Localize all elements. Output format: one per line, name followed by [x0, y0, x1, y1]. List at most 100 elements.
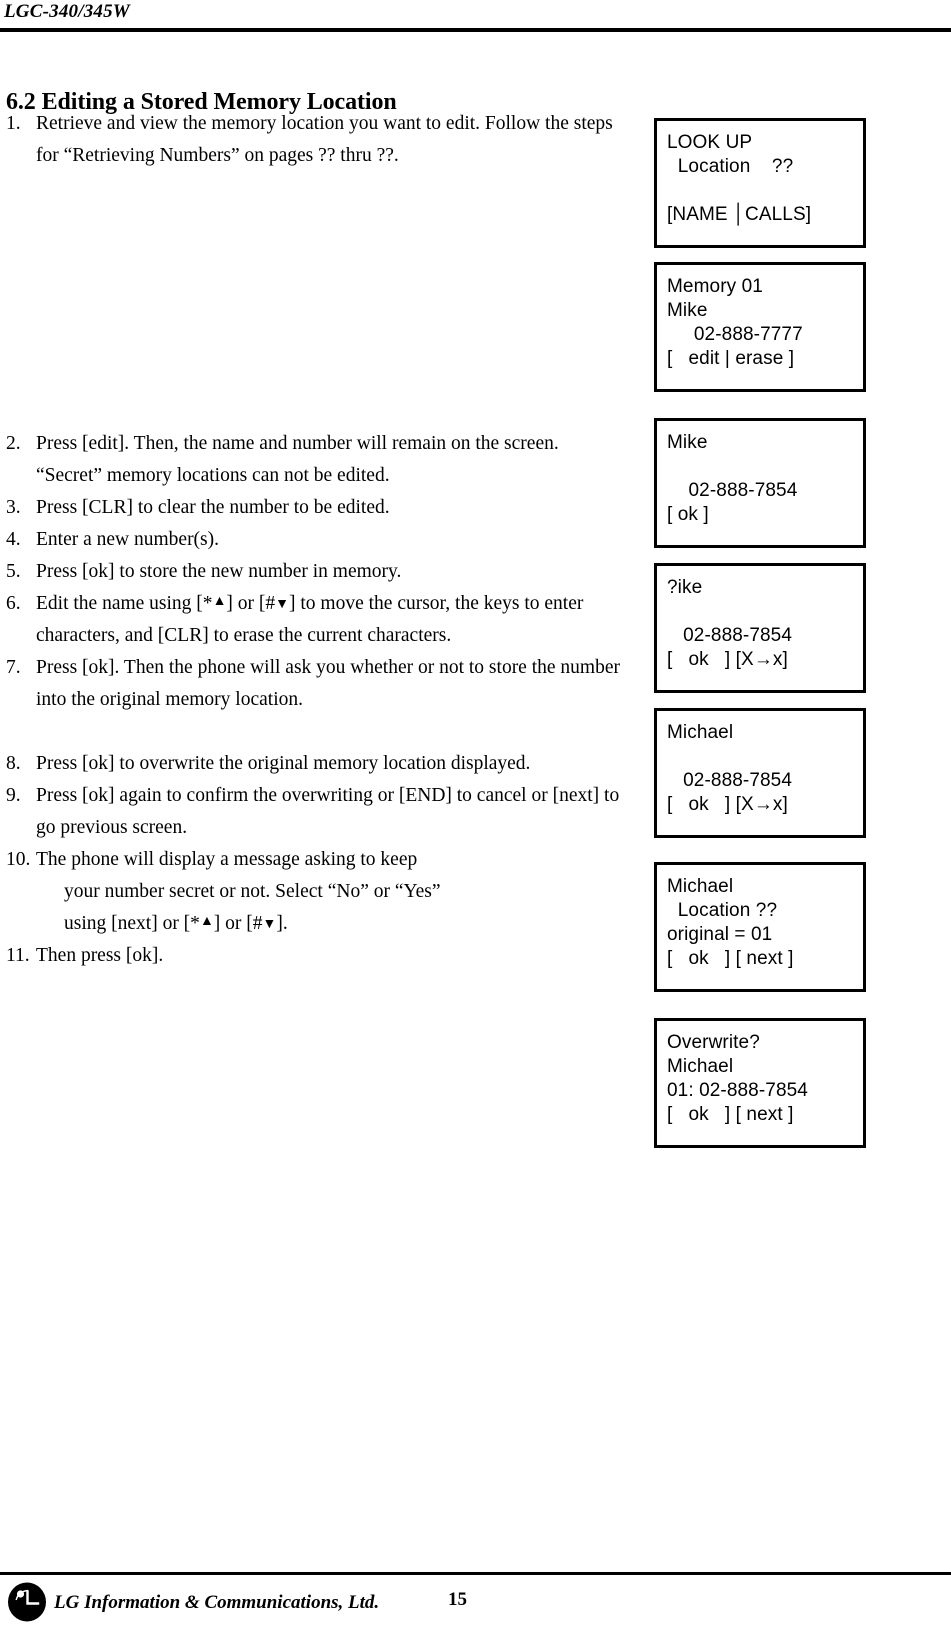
lcd-screen-memory-01: Memory 01 Mike 02-888-7777 [ edit | eras…: [654, 262, 866, 392]
list-item-step-11: 11. Then press [ok].: [6, 940, 642, 972]
page-header: LGC-340/345W: [0, 0, 951, 32]
instruction-list: 1. Retrieve and view the memory location…: [6, 108, 642, 972]
list-item-step-6: 6. Edit the name using [*▲] or [#▼] to m…: [6, 588, 642, 620]
gap-spacer: [6, 716, 642, 748]
step-text: Edit the name using [*▲] or [#▼] to move…: [36, 588, 642, 620]
step-text: Press [ok] again to confirm the overwrit…: [36, 785, 620, 806]
step-10-text-a: using [next] or [*: [64, 913, 200, 934]
list-item-step-2: 2. Press [edit]. Then, the name and numb…: [6, 428, 642, 460]
step-number: 7.: [6, 657, 21, 678]
step-6-text-a: Edit the name using [*: [36, 593, 213, 614]
list-item-step-8: 8. Press [ok] to overwrite the original …: [6, 748, 642, 780]
lcd-line: Overwrite?: [667, 1032, 760, 1053]
list-item-step-4: 4. Enter a new number(s).: [6, 524, 642, 556]
model-name: LGC-340/345W: [4, 1, 130, 22]
step-10-continuation-1: your number secret or not. Select “No” o…: [64, 881, 441, 902]
step-number: 2.: [6, 433, 21, 454]
step-10-text-c: ].: [276, 913, 288, 934]
list-item-step-10: 10. The phone will display a message ask…: [6, 844, 642, 876]
lcd-line: Mike: [667, 432, 708, 453]
step-text: Press [ok] to overwrite the original mem…: [36, 753, 531, 774]
lcd-line: Michael: [667, 1056, 734, 1077]
lcd-line-softkeys: [ ok ] [X→x]: [667, 794, 788, 815]
lcd-line: 01: 02-888-7854: [667, 1080, 808, 1101]
lcd-line: Mike: [667, 300, 708, 321]
step-number: 9.: [6, 785, 21, 806]
lcd-line: Location ??: [667, 900, 778, 921]
step-text: Then press [ok].: [36, 945, 164, 966]
triangle-down-icon: ▼: [262, 917, 277, 932]
gap-spacer: [6, 396, 642, 428]
list-item-step-7: 7. Press [ok]. Then the phone will ask y…: [6, 652, 642, 684]
lcd-line-blank: [667, 455, 863, 479]
gap-spacer: [6, 364, 642, 396]
gap-spacer: [6, 300, 642, 332]
lcd-screen-mike-ok: Mike 02-888-7854 [ ok ]: [654, 418, 866, 548]
step-7-continuation: into the original memory location.: [36, 689, 303, 710]
lcd-line: 02-888-7854: [667, 625, 792, 646]
step-number: 1.: [6, 113, 21, 134]
triangle-up-icon: ▲: [212, 594, 227, 609]
lcd-screen-michael-edited: Michael 02-888-7854 [ ok ] [X→x]: [654, 708, 866, 838]
company-name: LG Information & Communications, Ltd.: [54, 1592, 380, 1613]
lcd-line-softkeys: [ ok ] [ next ]: [667, 948, 794, 969]
lcd-line: 02-888-7854: [667, 480, 798, 501]
step-number: 6.: [6, 593, 21, 614]
gap-spacer: [6, 172, 642, 204]
step-text: Press [CLR] to clear the number to be ed…: [36, 497, 390, 518]
lcd-line: LOOK UP: [667, 132, 753, 153]
step-number: 5.: [6, 561, 21, 582]
step-text: The phone will display a message asking …: [36, 849, 418, 870]
step-6-text-b: ] or [#: [226, 593, 276, 614]
lcd-line: [NAME │CALLS]: [667, 204, 812, 225]
lcd-line: ?ike: [667, 577, 703, 598]
list-item-step-3: 3. Press [CLR] to clear the number to be…: [6, 492, 642, 524]
lcd-line: original = 01: [667, 924, 773, 945]
step-1-continuation: for “Retrieving Numbers” on pages ?? thr…: [36, 145, 399, 166]
gap-spacer: [6, 268, 642, 300]
lcd-screen-michael-location: Michael Location ?? original = 01 [ ok ]…: [654, 862, 866, 992]
triangle-down-icon: ▼: [275, 597, 290, 612]
lcd-line-blank: [667, 600, 863, 624]
page-number: 15: [448, 1589, 467, 1610]
step-number: 8.: [6, 753, 21, 774]
step-number: 10.: [6, 849, 31, 870]
lcd-line-softkeys: [ ok ] [X→x]: [667, 649, 788, 670]
step-number: 11.: [6, 945, 30, 966]
lcd-screen-overwrite-confirm: Overwrite? Michael 01: 02-888-7854 [ ok …: [654, 1018, 866, 1148]
lcd-line-softkeys: [ edit | erase ]: [667, 348, 795, 369]
lcd-line: Location ??: [667, 156, 794, 177]
step-9-continuation: go previous screen.: [36, 817, 188, 838]
list-item-step-1: 1. Retrieve and view the memory location…: [6, 108, 642, 140]
footer-divider: [0, 1572, 951, 1575]
page-footer: LG Information & Communications, Ltd. 15: [0, 1520, 951, 1626]
step-10-text-b: ] or [#: [213, 913, 263, 934]
step-text: Press [edit]. Then, the name and number …: [36, 433, 559, 454]
lcd-line-softkeys: [ ok ] [ next ]: [667, 1104, 794, 1125]
list-item-step-5: 5. Press [ok] to store the new number in…: [6, 556, 642, 588]
step-10-continuation-2: using [next] or [*▲] or [#▼].: [6, 908, 642, 940]
lcd-line-softkeys: [ ok ]: [667, 504, 709, 525]
lcd-line: 02-888-7777: [667, 324, 803, 345]
step-2-continuation: “Secret” memory locations can not be edi…: [36, 465, 390, 486]
step-text: Press [ok]. Then the phone will ask you …: [36, 657, 620, 678]
lcd-line-blank: [667, 745, 863, 769]
step-number: 4.: [6, 529, 21, 550]
lcd-line: 02-888-7854: [667, 770, 792, 791]
header-divider: [0, 28, 951, 32]
lg-logo-icon: [7, 1582, 47, 1622]
lcd-screen-edit-name-cursor: ?ike 02-888-7854 [ ok ] [X→x]: [654, 563, 866, 693]
triangle-up-icon: ▲: [199, 914, 214, 929]
lcd-line-blank: [667, 179, 863, 203]
lcd-screen-look-up: LOOK UP Location ?? [NAME │CALLS]: [654, 118, 866, 248]
lcd-line: Michael: [667, 876, 734, 897]
step-number: 3.: [6, 497, 21, 518]
list-item-step-9: 9. Press [ok] again to confirm the overw…: [6, 780, 642, 812]
gap-spacer: [6, 204, 642, 236]
lcd-line: Memory 01: [667, 276, 763, 297]
step-6-continuation: characters, and [CLR] to erase the curre…: [36, 625, 452, 646]
lcd-line: Michael: [667, 722, 734, 743]
step-text: Retrieve and view the memory location yo…: [36, 113, 613, 134]
gap-spacer: [6, 236, 642, 268]
step-text: Enter a new number(s).: [36, 529, 220, 550]
